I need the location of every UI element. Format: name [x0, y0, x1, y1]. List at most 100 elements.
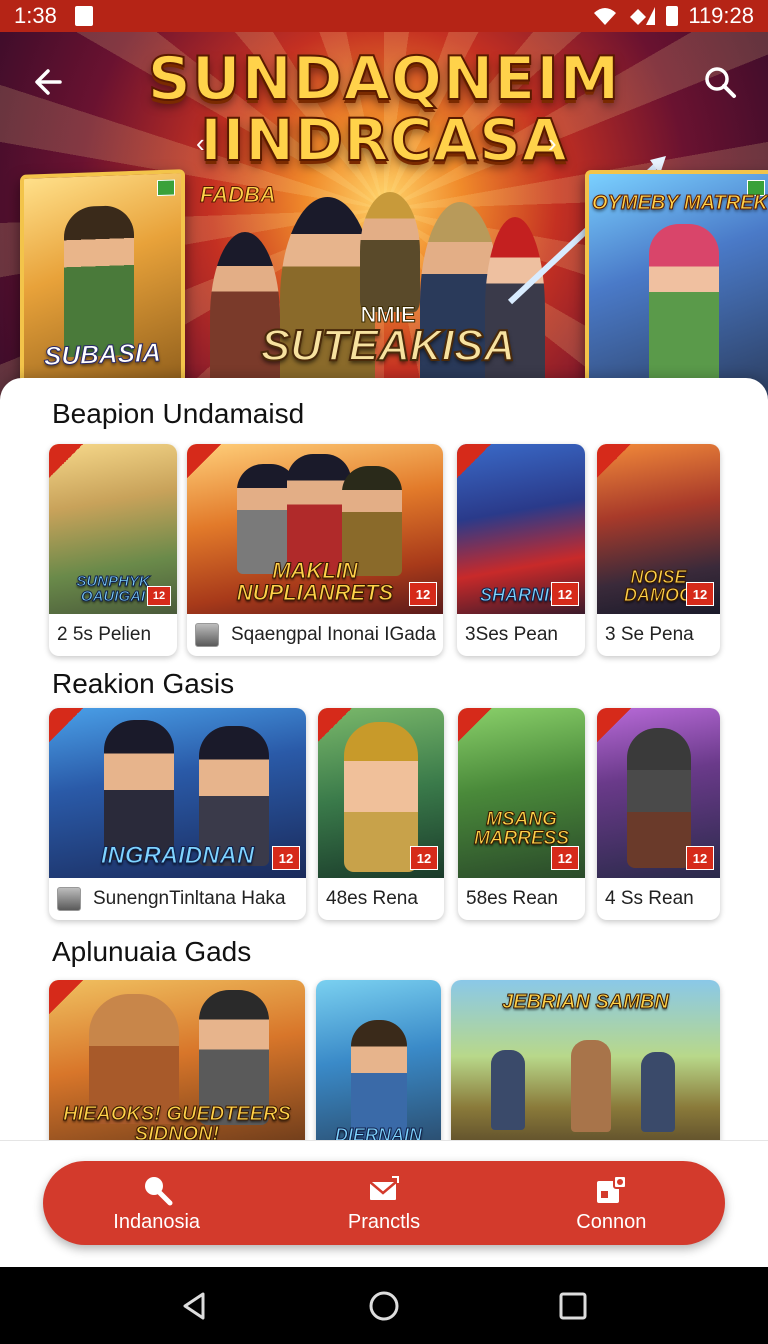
game-card-caption: 4 Ss Rean [605, 888, 694, 909]
nav-label: Pranctls [347, 1210, 421, 1233]
game-card-art: DIERNAIN [316, 980, 441, 1140]
notification-icon [74, 6, 93, 26]
hero-title-line2: IINDRCASA [199, 105, 568, 175]
hero-poster-left[interactable]: SUBASIA [20, 169, 185, 402]
game-card[interactable]: MSANG MARRESS 12 58es Rean [458, 708, 585, 920]
hero-banner[interactable]: SUNDAQNEIM IINDRCASA ‹ › SUBASIA FADBA N… [0, 32, 768, 402]
hero-title-line1: SUNDAQNEIM [147, 43, 621, 115]
card-character [491, 1050, 525, 1130]
back-triangle-icon[interactable] [177, 1288, 213, 1324]
game-card-art: NOISE DAMOG 12 [597, 444, 720, 614]
game-card-art: SUNPHYK OAUIGAI 12 [49, 444, 177, 614]
card-character [627, 728, 691, 868]
game-card-art: 12 [318, 708, 444, 878]
poster-right-label: OYMEBY MATREK [592, 192, 768, 215]
section-title: Beapion Undamaisd [52, 398, 305, 429]
nav-item-pranctls[interactable]: Pranctls [270, 1161, 497, 1245]
poster-character [649, 224, 719, 394]
nav-item-connon[interactable]: Connon [498, 1161, 725, 1245]
card-corner [318, 708, 352, 742]
card-character [351, 1020, 407, 1140]
card-character [641, 1052, 675, 1132]
bottom-nav[interactable]: Indanosia Pranctls Connon [43, 1161, 725, 1245]
hero-poster-right[interactable]: OYMEBY MATREK [585, 170, 768, 402]
card-art-label: MSANG MARRESS [473, 809, 569, 849]
game-card[interactable]: NOISE DAMOG 12 3 Se Pena [597, 444, 720, 656]
card-corner [597, 708, 631, 742]
card-corner [49, 444, 83, 478]
game-card[interactable]: MAKLIN NUPLIANRETS 12 Sqaengpal Inonai I… [187, 444, 443, 656]
wifi-icon [594, 8, 617, 25]
status-bar: 1:38 119:28 [0, 0, 768, 32]
game-card-caption: 48es Rena [326, 888, 418, 909]
game-card-caption: 2 5s Pelien [57, 624, 152, 645]
age-badge: 12 [272, 846, 300, 870]
card-art-label: MAKLIN NUPLIANRETS [236, 558, 394, 605]
card-character [571, 1040, 611, 1132]
chevron-left-icon: ‹ [196, 128, 205, 158]
status-time: 1:38 [14, 3, 57, 28]
status-clock: 119:28 [688, 3, 754, 28]
hero-character-3 [360, 192, 420, 312]
apps-icon [597, 1174, 628, 1203]
game-card[interactable]: DIERNAIN [316, 980, 441, 1140]
game-card[interactable]: 12 48es Rena [318, 708, 444, 920]
poster-badge [157, 179, 175, 197]
game-card[interactable]: 12 4 Ss Rean [597, 708, 720, 920]
thumbnail-icon [195, 623, 219, 647]
signal-icon [630, 7, 656, 25]
game-card-art: JEBRIAN SAMBN [451, 980, 720, 1140]
game-card[interactable]: HIEAOKS! GUEDTEERS SIDNON! [49, 980, 305, 1140]
age-badge: 12 [551, 846, 579, 870]
game-card-caption: Sqaengpal Inonai IGada [187, 614, 443, 656]
thumbnail-icon [57, 887, 81, 911]
card-art-label: JEBRIAN SAMBN [502, 991, 670, 1013]
game-card[interactable]: SUNPHYK OAUIGAI 12 2 5s Pelien [49, 444, 177, 656]
poster-character [64, 204, 134, 358]
hero-center-big: SUTEAKISA [260, 321, 516, 370]
bottom-nav-container: Indanosia Pranctls Connon [0, 1140, 768, 1267]
age-badge: 12 [410, 846, 438, 870]
game-card-caption: 3Ses Pean [465, 624, 558, 645]
content-sheet[interactable]: Beapion Undamaisd SUNPHYK OAUIGAI 12 2 5… [0, 378, 768, 1140]
card-corner [458, 708, 492, 742]
system-nav-bar [0, 1267, 768, 1344]
game-card-art: MAKLIN NUPLIANRETS 12 [187, 444, 443, 614]
card-corner [187, 444, 221, 478]
game-card-art: HIEAOKS! GUEDTEERS SIDNON! [49, 980, 305, 1140]
card-art-label: DIERNAIN [334, 1125, 422, 1141]
nav-label: Connon [576, 1210, 647, 1233]
game-card-art: MSANG MARRESS 12 [458, 708, 585, 878]
nav-item-indanosia[interactable]: Indanosia [43, 1161, 270, 1245]
card-corner [49, 980, 83, 1014]
game-card-caption: 58es Rean [466, 888, 558, 909]
card-art-label: HIEAOKS! GUEDTEERS SIDNON! [63, 1103, 292, 1141]
nav-label: Indanosia [113, 1210, 201, 1233]
recents-square-icon[interactable] [555, 1288, 591, 1324]
poster-left-label: SUBASIA [43, 336, 161, 372]
age-badge: 12 [686, 846, 714, 870]
age-badge: 12 [686, 582, 714, 606]
search-icon [144, 1176, 173, 1205]
game-card-caption: 3 Se Pena [605, 624, 694, 645]
game-card-art: 12 [597, 708, 720, 878]
game-card[interactable]: INGRAIDNAN 12 SunengnTinltana Haka [49, 708, 306, 920]
chevron-right-icon: › [548, 128, 557, 158]
card-corner [597, 444, 631, 478]
caption-text: Sqaengpal Inonai IGada [231, 624, 436, 645]
game-card[interactable]: SHARNIN 12 3Ses Pean [457, 444, 585, 656]
game-card-caption: SunengnTinltana Haka [49, 878, 306, 920]
home-circle-icon[interactable] [366, 1288, 402, 1324]
card-corner [457, 444, 491, 478]
section-title: Aplunuaia Gads [52, 936, 252, 967]
envelope-icon [369, 1175, 399, 1200]
age-badge: 12 [147, 586, 171, 606]
battery-icon [666, 6, 679, 26]
hero-tag: FADBA [200, 182, 277, 208]
age-badge: 12 [409, 582, 437, 606]
caption-text: SunengnTinltana Haka [93, 888, 286, 909]
card-art-label: INGRAIDNAN [100, 842, 255, 869]
hero-center-logo: NMIE SUTEAKISA [258, 302, 518, 370]
game-card-art: INGRAIDNAN 12 [49, 708, 306, 878]
game-card[interactable]: JEBRIAN SAMBN [451, 980, 720, 1140]
